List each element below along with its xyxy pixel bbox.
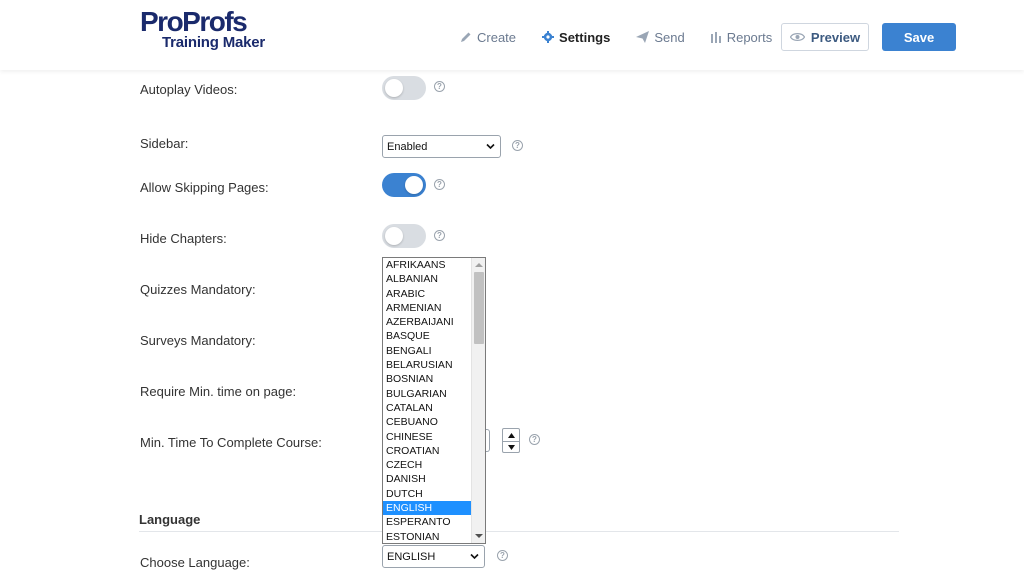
chevron-down-icon [486, 143, 495, 150]
sidebar-select-value: Enabled [387, 140, 428, 153]
gear-icon [542, 31, 555, 43]
language-option[interactable]: BULGARIAN [383, 387, 472, 401]
nav-create-label: Create [477, 29, 517, 45]
chevron-down-icon [470, 553, 479, 560]
nav-send[interactable]: Send [636, 28, 685, 46]
choose-language-label: Choose Language: [140, 555, 250, 570]
language-option[interactable]: DUTCH [383, 487, 472, 501]
language-option[interactable]: ARABIC [383, 287, 472, 301]
min-time-stepper[interactable] [502, 428, 520, 453]
language-option[interactable]: CHINESE [383, 430, 472, 444]
language-options: AFRIKAANS ALBANIAN ARABIC ARMENIAN AZERBAIJA… [383, 258, 472, 543]
nav-settings-label: Settings [559, 29, 611, 45]
language-option[interactable]: BELARUSIAN [383, 358, 472, 372]
language-dropdown-list[interactable]: AFRIKAANS ALBANIAN ARABIC ARMENIAN AZERBAIJA… [382, 257, 486, 544]
top-header: ProProfs Training Maker Create Settings [0, 0, 1024, 70]
language-option[interactable]: AZERBAIJANI [383, 315, 472, 329]
section-divider [139, 531, 899, 532]
nav-create[interactable]: Create [460, 28, 516, 46]
scroll-up-icon[interactable] [475, 263, 483, 267]
language-select-value: ENGLISH [387, 550, 436, 563]
language-option[interactable]: ARMENIAN [383, 301, 472, 315]
allow-skipping-toggle[interactable] [382, 173, 426, 197]
toggle-knob [385, 227, 403, 245]
bar-chart-icon [710, 31, 721, 43]
hide-chapters-toggle[interactable] [382, 224, 426, 248]
require-min-time-label: Require Min. time on page: [140, 384, 297, 399]
proprofs-logo[interactable]: ProProfs Training Maker [140, 6, 266, 52]
help-icon[interactable]: ? [434, 179, 445, 190]
logo-product: Training Maker [162, 34, 266, 51]
language-option[interactable]: CROATIAN [383, 444, 472, 458]
preview-button[interactable]: Preview [781, 23, 869, 51]
help-icon[interactable]: ? [434, 230, 445, 241]
help-icon[interactable]: ? [529, 434, 540, 445]
autoplay-videos-toggle[interactable] [382, 76, 426, 100]
sidebar-select[interactable]: Enabled [382, 135, 501, 158]
pencil-icon [461, 32, 471, 42]
nav-send-label: Send [654, 29, 685, 45]
stepper-up[interactable] [503, 429, 519, 441]
hide-chapters-label: Hide Chapters: [140, 231, 227, 246]
language-option[interactable]: ESPERANTO [383, 515, 472, 529]
surveys-mandatory-label: Surveys Mandatory: [140, 333, 256, 348]
scroll-down-icon[interactable] [475, 534, 483, 538]
sidebar-label: Sidebar: [140, 136, 189, 151]
caret-up-icon [507, 432, 515, 438]
language-option[interactable]: CATALAN [383, 401, 472, 415]
save-button[interactable]: Save [882, 23, 956, 51]
language-option[interactable]: BASQUE [383, 329, 472, 343]
eye-icon [789, 33, 805, 41]
language-option[interactable]: BENGALI [383, 344, 472, 358]
language-option[interactable]: DANISH [383, 472, 472, 486]
autoplay-videos-label: Autoplay Videos: [140, 82, 238, 97]
allow-skipping-label: Allow Skipping Pages: [140, 180, 269, 195]
language-option[interactable]: ENGLISH [383, 501, 472, 516]
dropdown-scrollbar[interactable] [471, 258, 485, 543]
min-time-course-label: Min. Time To Complete Course: [140, 435, 322, 450]
language-section-title: Language [139, 512, 201, 527]
help-icon[interactable]: ? [434, 81, 445, 92]
help-icon[interactable]: ? [497, 550, 508, 561]
toggle-knob [405, 176, 423, 194]
caret-down-icon [507, 445, 515, 450]
nav-reports[interactable]: Reports [710, 28, 773, 46]
toggle-knob [385, 79, 403, 97]
language-option[interactable]: ESTONIAN [383, 530, 472, 543]
quizzes-mandatory-label: Quizzes Mandatory: [140, 282, 256, 297]
logo-brand: ProProfs [140, 6, 248, 37]
language-select[interactable]: ENGLISH [382, 545, 485, 568]
nav-reports-label: Reports [726, 29, 773, 45]
scrollbar-thumb[interactable] [474, 272, 484, 344]
language-option[interactable]: CEBUANO [383, 415, 472, 429]
help-icon[interactable]: ? [512, 140, 523, 151]
main-nav: Create Settings Send Reports [460, 28, 798, 46]
language-option[interactable]: CZECH [383, 458, 472, 472]
language-option[interactable]: BOSNIAN [383, 372, 472, 386]
stepper-down[interactable] [503, 441, 519, 453]
nav-settings[interactable]: Settings [542, 28, 610, 46]
language-option[interactable]: ALBANIAN [383, 272, 472, 286]
preview-label: Preview [810, 29, 861, 45]
language-option[interactable]: AFRIKAANS [383, 258, 472, 272]
send-icon [636, 31, 650, 43]
